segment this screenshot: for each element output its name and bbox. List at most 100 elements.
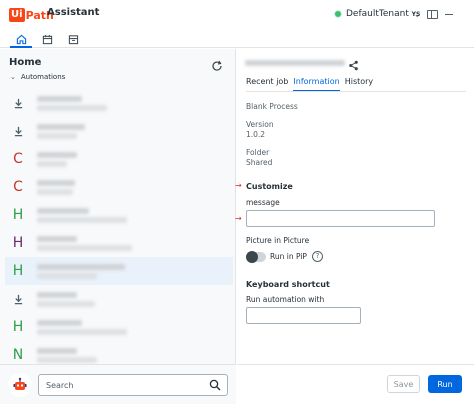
pip-toggle[interactable] (246, 251, 266, 263)
app-title: Assistant (47, 7, 100, 18)
tenant-selector[interactable]: DefaultTenant ⌄ (334, 9, 421, 19)
automation-name-redacted (37, 180, 75, 186)
search-icon[interactable] (209, 379, 221, 391)
list-item[interactable]: H (5, 313, 233, 341)
help-icon[interactable]: ? (312, 251, 323, 262)
download-icon (7, 120, 29, 142)
download-icon (7, 92, 29, 114)
automation-desc-redacted (37, 105, 107, 111)
archive-icon (68, 34, 78, 44)
run-button[interactable]: Run (428, 375, 462, 393)
automation-name-redacted (37, 264, 125, 270)
automation-desc-redacted (37, 273, 97, 279)
automation-name-redacted (37, 236, 77, 242)
list-item[interactable] (5, 89, 233, 117)
list-item[interactable]: H (5, 201, 233, 229)
download-icon (7, 288, 29, 310)
letter-icon: C (7, 176, 29, 198)
automation-initial: H (12, 263, 24, 279)
automation-desc-redacted (37, 217, 127, 223)
list-item[interactable]: C (5, 173, 233, 201)
automation-desc-redacted (37, 329, 127, 335)
letter-icon: C (7, 148, 29, 170)
process-name-redacted (245, 60, 345, 66)
search-box[interactable] (38, 374, 228, 396)
message-field[interactable] (246, 210, 435, 231)
detail-tabs: Recent job Information History (246, 77, 378, 91)
automation-name-redacted (37, 320, 82, 326)
status-online-icon (334, 10, 342, 18)
annotation-arrow-icon: → (235, 214, 242, 223)
action-footer: Save Run (237, 364, 474, 404)
automation-desc-redacted (37, 301, 95, 307)
automation-initial: H (12, 235, 24, 251)
pip-label: Picture in Picture (246, 236, 310, 245)
list-item[interactable]: C (5, 145, 233, 173)
list-item[interactable] (5, 285, 233, 313)
tab-history[interactable]: History (345, 77, 373, 91)
user-avatar[interactable]: YS (410, 9, 422, 21)
logo-ui-mark: Ui (9, 8, 25, 22)
automation-desc-redacted (37, 245, 132, 251)
chevron-down-icon: ⌄ (10, 73, 16, 81)
search-input[interactable] (46, 379, 196, 392)
assistant-robot-icon[interactable] (8, 373, 32, 397)
automation-desc-redacted (37, 357, 97, 363)
automation-desc-redacted (37, 133, 77, 139)
automation-name-redacted (37, 208, 89, 214)
share-icon (349, 60, 358, 71)
automation-initial: N (12, 347, 24, 363)
title-bar: Ui Path Assistant DefaultTenant ⌄ YS (0, 0, 474, 30)
shortcut-field[interactable] (246, 307, 361, 328)
list-item[interactable] (5, 117, 233, 145)
tab-library[interactable] (60, 31, 86, 47)
robot-icon (13, 377, 27, 390)
process-type: Blank Process (246, 102, 298, 111)
automation-initial: H (12, 319, 24, 335)
shortcut-input[interactable] (247, 313, 360, 328)
message-input[interactable] (247, 216, 434, 231)
refresh-button[interactable] (211, 57, 223, 71)
automations-pane: Home ⌄ Automations CCHHHHN (0, 49, 236, 404)
toggle-knob (246, 251, 258, 263)
tab-schedule[interactable] (34, 31, 60, 47)
folder-value: Shared (246, 158, 273, 167)
refresh-icon (212, 60, 222, 71)
search-bar-area (0, 364, 236, 404)
save-button[interactable]: Save (387, 375, 420, 393)
pip-toggle-label: Run in PiP (270, 252, 307, 261)
main-nav (0, 30, 474, 48)
toggle-panel-icon[interactable] (427, 10, 438, 19)
automation-name-redacted (37, 152, 77, 158)
letter-icon: H (7, 204, 29, 226)
tab-recent-job[interactable]: Recent job (246, 77, 288, 91)
tab-home[interactable] (8, 31, 34, 48)
letter-icon: H (7, 232, 29, 254)
letter-icon: H (7, 260, 29, 282)
automation-name-redacted (37, 348, 77, 354)
tab-information[interactable]: Information (293, 77, 340, 91)
page-title: Home (9, 57, 42, 68)
automation-name-redacted (37, 124, 85, 130)
automation-name-redacted (37, 292, 77, 298)
list-item[interactable]: H (5, 257, 233, 285)
letter-icon: H (7, 316, 29, 338)
customize-heading: Customize (246, 182, 293, 191)
automations-section-header[interactable]: ⌄ Automations (10, 73, 65, 81)
share-button[interactable] (348, 56, 359, 75)
tenant-name: DefaultTenant (346, 9, 409, 19)
tabs-divider (246, 91, 466, 92)
automation-desc-redacted (37, 189, 73, 195)
folder-label: Folder (246, 148, 270, 157)
automation-initial: C (13, 179, 23, 195)
minimize-icon[interactable] (445, 14, 453, 15)
calendar-icon (42, 34, 52, 44)
automation-desc-redacted (37, 161, 67, 167)
message-label: message (246, 198, 280, 207)
letter-icon: N (7, 344, 29, 366)
automation-list: CCHHHHN (0, 89, 236, 369)
automation-name-redacted (37, 96, 82, 102)
automation-initial: H (12, 207, 24, 223)
automation-initial: C (13, 151, 23, 167)
list-item[interactable]: H (5, 229, 233, 257)
